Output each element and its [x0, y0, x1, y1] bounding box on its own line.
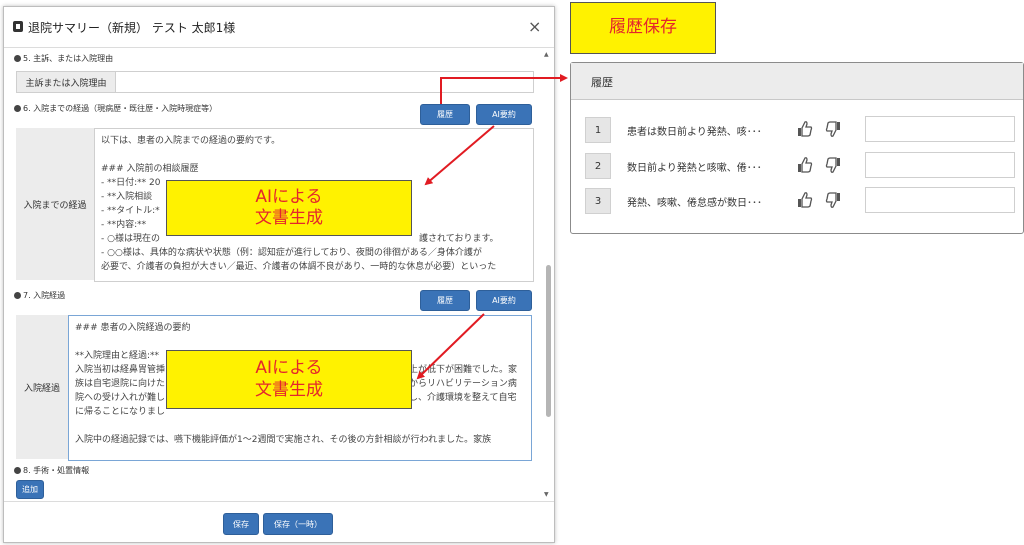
ai-arrow-2 — [416, 313, 485, 380]
ai-arrow-1 — [424, 125, 495, 186]
annotation-arrows — [416, 74, 568, 380]
history-arrow — [440, 74, 568, 104]
